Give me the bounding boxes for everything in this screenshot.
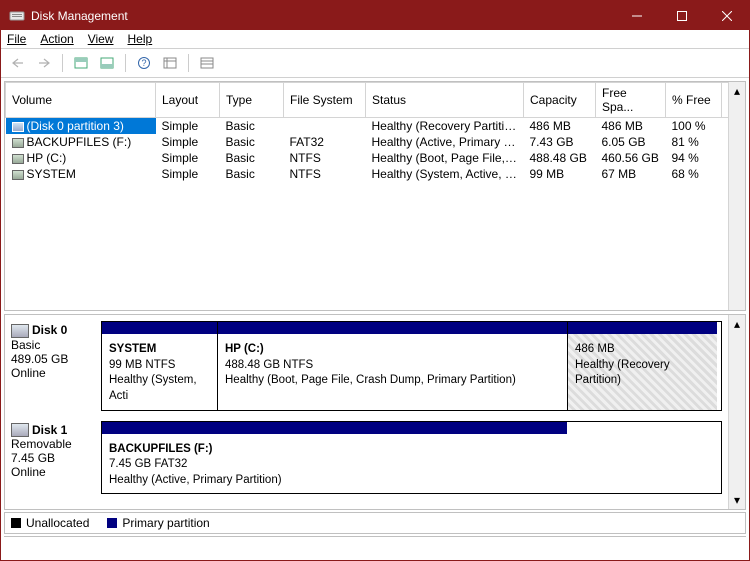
menubar: File Action View Help	[1, 30, 749, 49]
disk-icon	[11, 423, 29, 437]
table-row[interactable]: BACKUPFILES (F:)SimpleBasicFAT32Healthy …	[6, 134, 745, 150]
col-capacity[interactable]: Capacity	[524, 83, 596, 118]
window-title: Disk Management	[31, 9, 614, 23]
titlebar: Disk Management	[1, 1, 749, 30]
volume-scrollbar[interactable]: ▴	[728, 82, 745, 310]
col-volume[interactable]: Volume	[6, 83, 156, 118]
disk-info[interactable]: Disk 0Basic489.05 GBOnline	[11, 321, 95, 410]
table-row[interactable]: SYSTEMSimpleBasicNTFSHealthy (System, Ac…	[6, 166, 745, 182]
toolbar: ?	[1, 49, 749, 78]
disk-graphical-pane: Disk 0Basic489.05 GBOnlineSYSTEM99 MB NT…	[4, 314, 746, 509]
volume-icon	[12, 170, 24, 180]
nav-forward-button[interactable]	[33, 52, 55, 74]
scroll-up-icon[interactable]: ▴	[729, 82, 745, 99]
col-pct[interactable]: % Free	[666, 83, 722, 118]
disk-partitions: BACKUPFILES (F:)7.45 GB FAT32Healthy (Ac…	[101, 421, 722, 495]
menu-help[interactable]: Help	[128, 32, 153, 46]
partition[interactable]: 486 MBHealthy (Recovery Partition)	[567, 322, 717, 409]
toolbar-list-icon[interactable]	[196, 52, 218, 74]
disk-icon	[11, 324, 29, 338]
maximize-button[interactable]	[659, 1, 704, 30]
partition[interactable]: HP (C:)488.48 GB NTFSHealthy (Boot, Page…	[217, 322, 567, 409]
legend-primary: Primary partition	[107, 516, 209, 530]
volume-table[interactable]: Volume Layout Type File System Status Ca…	[5, 82, 745, 182]
col-layout[interactable]: Layout	[156, 83, 220, 118]
table-row[interactable]: HP (C:)SimpleBasicNTFSHealthy (Boot, Pag…	[6, 150, 745, 166]
statusbar	[4, 536, 746, 557]
legend: Unallocated Primary partition	[4, 512, 746, 534]
col-type[interactable]: Type	[220, 83, 284, 118]
volume-icon	[12, 154, 24, 164]
partition[interactable]: SYSTEM99 MB NTFSHealthy (System, Acti	[102, 322, 217, 409]
scroll-down-icon[interactable]: ▾	[729, 492, 745, 509]
disk-info[interactable]: Disk 1Removable7.45 GBOnline	[11, 421, 95, 495]
nav-back-button[interactable]	[7, 52, 29, 74]
legend-primary-label: Primary partition	[122, 516, 209, 530]
partition[interactable]: BACKUPFILES (F:)7.45 GB FAT32Healthy (Ac…	[102, 422, 567, 494]
volume-icon	[12, 138, 24, 148]
svg-text:?: ?	[141, 58, 146, 68]
toolbar-view-bottom-icon[interactable]	[96, 52, 118, 74]
col-free[interactable]: Free Spa...	[596, 83, 666, 118]
legend-unallocated-label: Unallocated	[26, 516, 89, 530]
disk-row: Disk 0Basic489.05 GBOnlineSYSTEM99 MB NT…	[11, 321, 722, 410]
toolbar-help-icon[interactable]: ?	[133, 52, 155, 74]
app-icon	[9, 8, 25, 24]
close-button[interactable]	[704, 1, 749, 30]
volume-list-pane: Volume Layout Type File System Status Ca…	[4, 81, 746, 311]
minimize-button[interactable]	[614, 1, 659, 30]
legend-unallocated: Unallocated	[11, 516, 89, 530]
disk-partitions: SYSTEM99 MB NTFSHealthy (System, ActiHP …	[101, 321, 722, 410]
graphical-scrollbar[interactable]: ▴ ▾	[728, 315, 745, 508]
toolbar-settings-icon[interactable]	[159, 52, 181, 74]
scroll-up-icon[interactable]: ▴	[729, 315, 745, 332]
toolbar-view-top-icon[interactable]	[70, 52, 92, 74]
table-row[interactable]: (Disk 0 partition 3)SimpleBasicHealthy (…	[6, 118, 745, 135]
menu-action[interactable]: Action	[40, 32, 73, 46]
table-header-row: Volume Layout Type File System Status Ca…	[6, 83, 745, 118]
menu-view[interactable]: View	[88, 32, 114, 46]
col-status[interactable]: Status	[366, 83, 524, 118]
col-fs[interactable]: File System	[284, 83, 366, 118]
menu-file[interactable]: File	[7, 32, 26, 46]
disk-row: Disk 1Removable7.45 GBOnlineBACKUPFILES …	[11, 421, 722, 495]
volume-icon	[12, 122, 24, 132]
